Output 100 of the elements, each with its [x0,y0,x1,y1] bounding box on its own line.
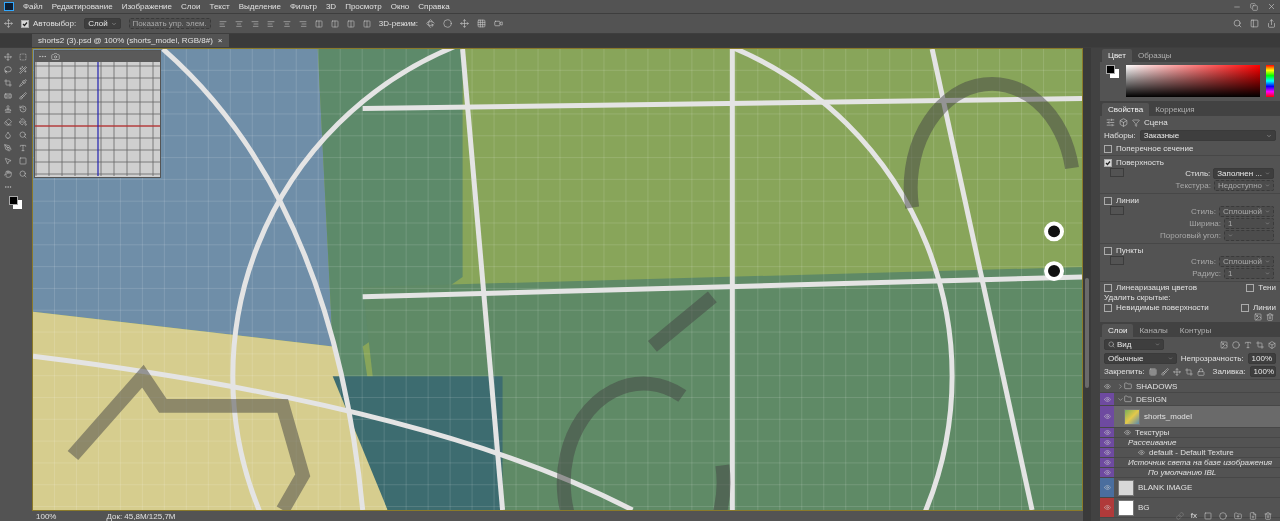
blend-mode-dropdown[interactable]: Обычные [1104,353,1177,364]
eye-icon[interactable] [1103,429,1111,436]
menu-item[interactable]: 3D [325,2,337,11]
color-swatch[interactable] [1110,206,1124,215]
menu-item[interactable]: Окно [390,2,410,11]
menu-item[interactable]: Изображение [121,2,173,11]
fx-button[interactable]: fx [1190,511,1197,520]
menu-item[interactable]: Просмотр [345,2,382,11]
align-icon[interactable] [346,19,355,28]
caret-icon[interactable] [1155,342,1160,347]
menu-item[interactable]: Текст [209,2,230,11]
auto-select-checkbox[interactable]: Автовыбор: [21,19,77,28]
move-icon[interactable] [4,19,13,28]
rotate-3d-icon[interactable] [426,19,436,28]
target-dropdown[interactable]: Слой [84,18,121,29]
align-icon[interactable] [234,19,243,28]
pen-icon[interactable] [4,143,12,152]
menu-item[interactable]: Слои [181,2,201,11]
align-icon[interactable] [250,19,259,28]
layer-row[interactable]: Текстуры [1100,428,1280,438]
list-icon[interactable] [1106,118,1115,127]
panel-tab[interactable]: Каналы [1133,324,1174,337]
color-chips-drawing[interactable] [8,195,23,210]
caret-icon[interactable] [1265,171,1270,176]
image-filter-icon[interactable] [1220,340,1228,349]
brush-icon[interactable] [19,91,27,100]
close-icon[interactable] [1267,2,1276,11]
menu-item[interactable]: Выделение [238,2,281,11]
new-group-icon[interactable] [1234,511,1242,520]
rectangle-icon[interactable] [19,156,27,165]
new-layer-icon[interactable] [1249,511,1257,520]
filter-icon[interactable] [1132,118,1140,127]
adjustment-icon[interactable] [1219,511,1227,520]
layer-row[interactable]: Рассеивание [1100,438,1280,448]
panel-tab[interactable]: Образцы [1131,49,1178,62]
fill-field[interactable]: 100% [1249,366,1276,377]
render-icon[interactable] [1254,313,1262,321]
caret-icon[interactable] [1167,356,1173,361]
mask-icon[interactable] [1204,511,1212,520]
camera-icon[interactable] [494,19,504,28]
crop-icon[interactable] [4,78,12,87]
smart-filter-icon[interactable] [1268,340,1276,349]
caret-icon[interactable] [110,20,117,27]
eye-icon[interactable] [1124,429,1131,436]
layer-row[interactable]: BLANK IMAGE [1100,478,1280,498]
layer-row[interactable]: SHADOWS [1100,380,1280,393]
zoom-icon[interactable] [19,130,27,139]
eye-icon[interactable] [1103,413,1111,420]
option-checkbox[interactable]: Линии [1100,195,1280,206]
link-icon[interactable] [1175,511,1184,520]
eye-icon[interactable] [1103,449,1111,456]
type-filter-icon[interactable] [1244,340,1252,349]
move-icon[interactable] [4,52,12,61]
paint-bucket-icon[interactable] [19,117,27,126]
box-icon[interactable] [1119,118,1128,127]
crop-icon[interactable] [1184,367,1193,376]
align-icon[interactable] [218,19,227,28]
stamp-icon[interactable] [4,104,12,113]
field-dropdown[interactable]: Заполнен ... [1213,168,1274,179]
align-icon[interactable] [314,19,323,28]
droplet-icon[interactable] [4,130,12,139]
history-brush-icon[interactable] [19,104,27,113]
document-tab[interactable]: shorts2 (3).psd @ 100% (shorts_model, RGB/8#) × [32,34,229,47]
scrollbar-thumb[interactable] [1085,278,1089,388]
color-picker-field[interactable] [1126,65,1260,97]
color-chips-drawing[interactable] [1106,65,1120,79]
search-icon[interactable] [1233,19,1242,28]
eyedropper-icon[interactable] [19,78,27,87]
eye-icon[interactable] [1103,382,1111,390]
layer-row[interactable]: По умолчанию IBL [1100,468,1280,478]
eye-icon[interactable] [1103,439,1111,446]
lasso-icon[interactable] [4,65,12,74]
eye-icon[interactable] [1103,469,1111,476]
pointer-icon[interactable] [4,156,12,165]
menu-item[interactable]: Редактирование [51,2,113,11]
restore-icon[interactable] [1250,2,1258,11]
align-icon[interactable] [282,19,291,28]
chevron-down-icon[interactable] [1117,395,1124,403]
workspace-icon[interactable] [1250,19,1259,28]
color-swatch[interactable] [1110,168,1124,177]
camera-icon[interactable] [51,52,60,61]
brush-icon[interactable] [1160,367,1169,376]
type-icon[interactable] [19,143,27,152]
eye-icon[interactable] [1103,504,1111,511]
trash-icon[interactable] [1264,511,1272,520]
panel-tab[interactable]: Слои [1102,324,1134,337]
share-icon[interactable] [1267,19,1276,28]
option-checkbox[interactable]: Поперечное сечение [1100,143,1280,154]
color-swatch[interactable] [1110,256,1124,265]
eraser-icon[interactable] [4,117,12,126]
option-checkbox[interactable]: Линии [1240,303,1276,312]
chevron-right-icon[interactable] [1117,382,1124,390]
eye-icon[interactable] [1103,484,1111,491]
align-icon[interactable] [362,19,371,28]
opacity-field[interactable]: 100% [1247,353,1276,364]
menu-icon[interactable] [38,52,47,61]
adjust-filter-icon[interactable] [1232,340,1240,349]
orbit-icon[interactable] [443,19,453,28]
layer-row[interactable]: shorts_model [1100,406,1280,428]
align-icon[interactable] [266,19,275,28]
